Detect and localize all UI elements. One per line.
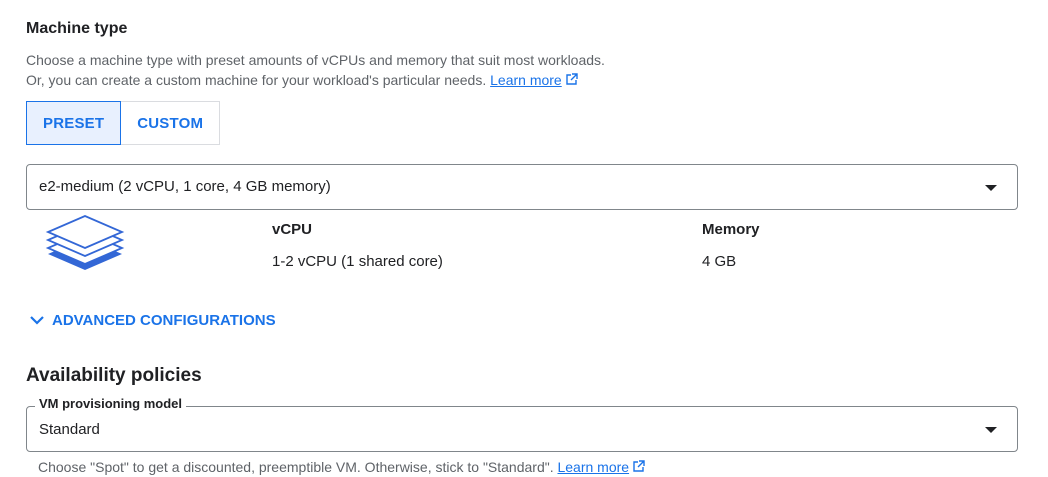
memory-value: 4 GB <box>702 253 737 270</box>
vcpu-header: vCPU <box>272 221 313 238</box>
learn-more-link[interactable]: Learn more <box>490 72 562 88</box>
chevron-down-icon <box>30 316 44 325</box>
external-link-icon[interactable] <box>632 460 645 473</box>
preset-tab[interactable]: PRESET <box>26 101 122 145</box>
machine-mode-toggle: PRESET CUSTOM <box>26 101 221 145</box>
provisioning-learn-more-link[interactable]: Learn more <box>557 459 629 475</box>
machine-type-desc-line2-text: Or, you can create a custom machine for … <box>26 72 487 88</box>
dropdown-caret-icon[interactable] <box>985 185 997 191</box>
machine-type-select[interactable]: e2-medium (2 vCPU, 1 core, 4 GB memory) <box>26 164 1018 210</box>
provisioning-help-text: Choose "Spot" to get a discounted, preem… <box>38 457 645 477</box>
vm-provisioning-model-label: VM provisioning model <box>35 396 187 411</box>
vcpu-value: 1-2 vCPU (1 shared core) <box>272 253 443 270</box>
availability-policies-title: Availability policies <box>26 365 202 386</box>
stacked-layers-icon <box>45 215 125 270</box>
vm-provisioning-model-select[interactable]: VM provisioning model Standard <box>26 396 1018 452</box>
advanced-configurations-toggle[interactable]: ADVANCED CONFIGURATIONS <box>28 311 276 329</box>
advanced-configurations-label: ADVANCED CONFIGURATIONS <box>52 311 276 329</box>
machine-type-desc-line2: Or, you can create a custom machine for … <box>26 70 605 90</box>
custom-tab[interactable]: CUSTOM <box>121 101 221 145</box>
external-link-icon[interactable] <box>565 73 578 86</box>
machine-type-description: Choose a machine type with preset amount… <box>26 50 605 90</box>
provisioning-help-text-body: Choose "Spot" to get a discounted, preem… <box>38 459 554 475</box>
vm-provisioning-model-value: Standard <box>39 421 100 438</box>
machine-type-select-value: e2-medium (2 vCPU, 1 core, 4 GB memory) <box>39 178 331 195</box>
machine-type-title: Machine type <box>26 20 128 37</box>
machine-type-desc-line1: Choose a machine type with preset amount… <box>26 52 605 68</box>
dropdown-caret-icon[interactable] <box>985 427 997 433</box>
memory-header: Memory <box>702 221 760 238</box>
